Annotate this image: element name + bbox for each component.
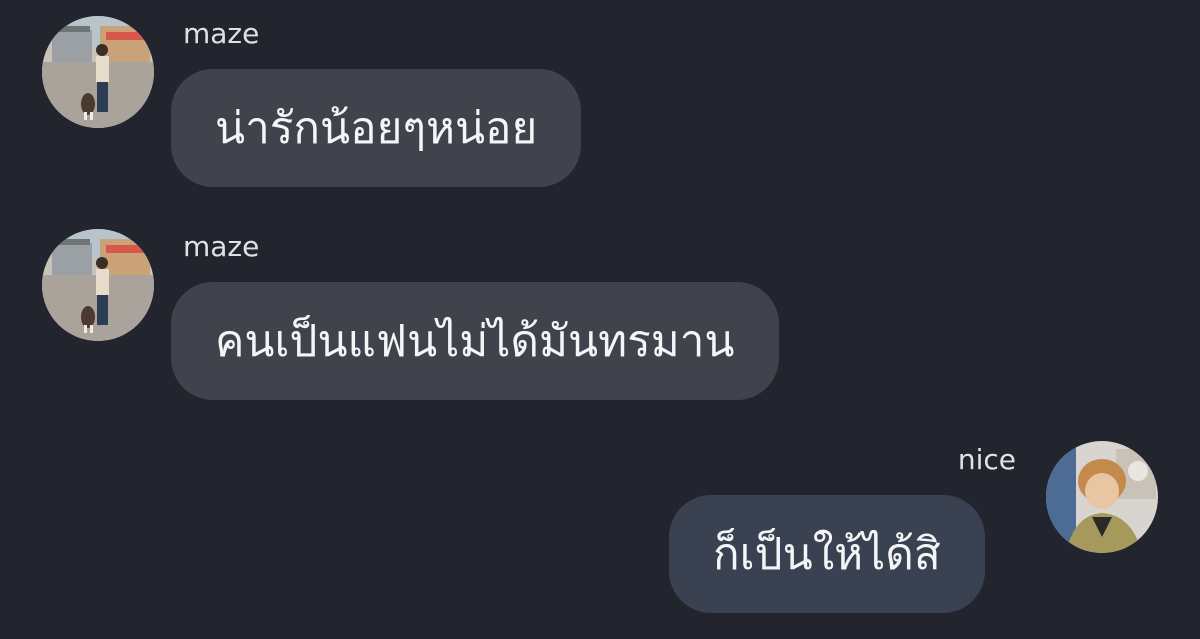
avatar-photo-icon <box>42 16 154 128</box>
avatar-photo-icon <box>42 229 154 341</box>
sender-name: nice <box>957 443 1016 476</box>
user-avatar-maze[interactable] <box>42 229 154 341</box>
avatar-photo-icon <box>1046 441 1158 553</box>
message-bubble-incoming[interactable]: น่ารักน้อยๆหน่อย <box>171 69 582 187</box>
message-bubble-outgoing[interactable]: ก็เป็นให้ได้สิ <box>669 495 985 613</box>
user-avatar-nice[interactable] <box>1046 441 1158 553</box>
message-bubble-incoming[interactable]: คนเป็นแฟนไม่ได้มันทรมาน <box>171 282 779 400</box>
user-avatar-maze[interactable] <box>42 16 154 128</box>
message-text: คนเป็นแฟนไม่ได้มันทรมาน <box>215 316 735 367</box>
sender-name: maze <box>183 17 260 50</box>
message-text: ก็เป็นให้ได้สิ <box>713 529 941 580</box>
sender-name: maze <box>183 230 260 263</box>
message-text: น่ารักน้อยๆหน่อย <box>215 103 538 154</box>
